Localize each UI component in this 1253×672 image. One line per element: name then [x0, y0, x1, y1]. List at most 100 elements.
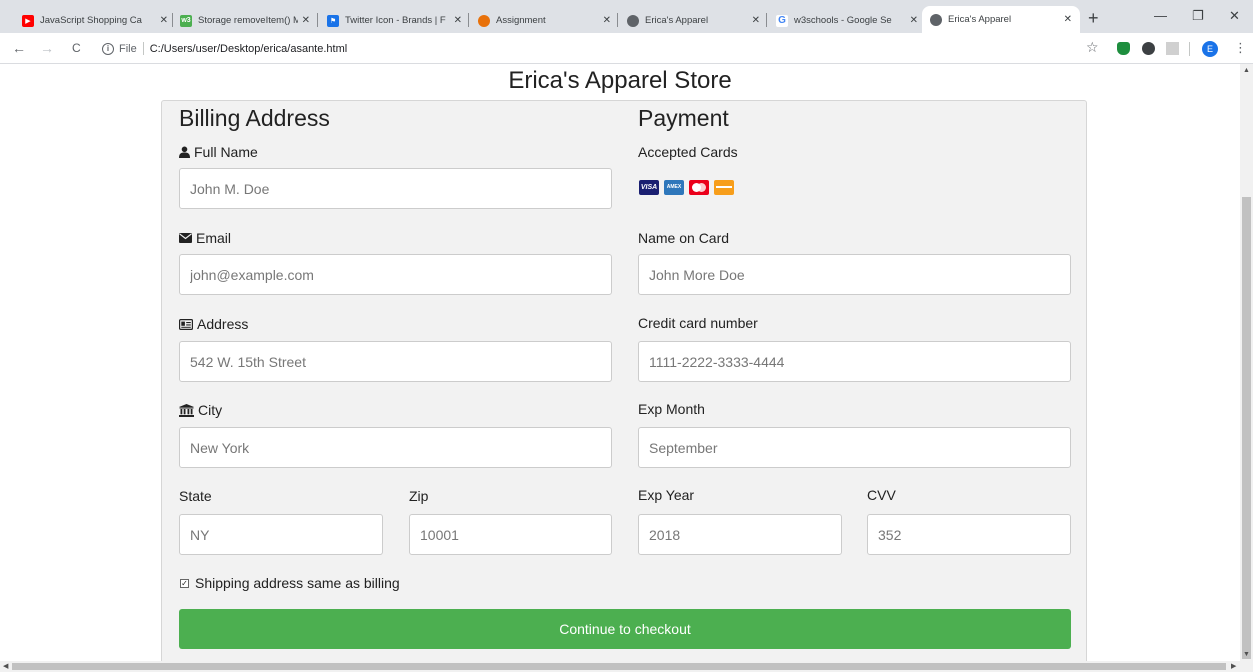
tab-separator	[172, 13, 173, 27]
address-input[interactable]	[179, 341, 612, 382]
tab-close-icon[interactable]: ✕	[160, 15, 168, 26]
browser-tab[interactable]: Assignment ✕	[478, 8, 611, 33]
browser-tab[interactable]: w3 Storage removeItem() M ✕	[180, 8, 310, 33]
minimize-button[interactable]: —	[1154, 8, 1167, 23]
browser-toolbar: ← → C i File C:/Users/user/Desktop/erica…	[0, 33, 1253, 64]
window-close-button[interactable]: ✕	[1229, 8, 1240, 24]
forward-button[interactable]: →	[40, 40, 54, 56]
institution-icon	[179, 403, 194, 417]
browser-tab[interactable]: G w3schools - Google Se ✕	[776, 8, 918, 33]
youtube-icon: ▶	[22, 14, 34, 27]
user-icon	[179, 146, 190, 158]
scheme-label: File	[119, 42, 137, 55]
mastercard-icon	[689, 180, 709, 195]
card-number-input[interactable]	[638, 341, 1071, 382]
discover-icon	[714, 180, 734, 195]
state-label: State	[179, 488, 212, 504]
vertical-scrollbar[interactable]: ▲ ▼	[1240, 64, 1253, 661]
globe-icon	[930, 13, 942, 26]
page-title: Erica's Apparel Store	[508, 67, 732, 94]
url-text[interactable]: C:/Users/user/Desktop/erica/asante.html	[150, 43, 347, 55]
address-label-text: Address	[197, 316, 249, 332]
accepted-cards: VISA AMEX	[639, 180, 734, 195]
city-input[interactable]	[179, 427, 612, 468]
tab-close-icon[interactable]: ✕	[603, 15, 611, 26]
tab-label: JavaScript Shopping Ca	[40, 15, 142, 26]
scroll-down-arrow-icon[interactable]: ▼	[1243, 651, 1250, 658]
horizontal-scrollbar[interactable]: ◀ ▶	[0, 661, 1253, 672]
browser-tab[interactable]: ▶ JavaScript Shopping Ca ✕	[22, 8, 168, 33]
tab-close-icon[interactable]: ✕	[454, 15, 462, 26]
address-label: Address	[179, 316, 248, 332]
full-name-label: Full Name	[179, 144, 258, 160]
flag-icon: ⚑	[327, 14, 339, 27]
reload-button[interactable]: C	[72, 40, 81, 56]
google-icon: G	[776, 14, 788, 27]
shield-icon	[478, 14, 490, 27]
cvv-label: CVV	[867, 487, 896, 503]
tab-close-icon[interactable]: ✕	[302, 15, 310, 26]
full-name-label-text: Full Name	[194, 144, 258, 160]
bookmark-star-icon[interactable]: ☆	[1086, 39, 1099, 56]
extension-shield-icon[interactable]	[1117, 42, 1130, 55]
shipping-same-checkbox[interactable]: ✓	[180, 578, 189, 588]
browser-menu-icon[interactable]: ⋮	[1234, 40, 1247, 56]
extension-pdf-icon[interactable]	[1166, 42, 1179, 55]
cvv-input[interactable]	[867, 514, 1071, 555]
browser-tab[interactable]: ⚑ Twitter Icon - Brands | F ✕	[327, 8, 462, 33]
card-number-label: Credit card number	[638, 315, 758, 331]
browser-tab-active[interactable]: Erica's Apparel ✕	[922, 6, 1080, 33]
discover-stripe	[716, 186, 732, 188]
payment-heading: Payment	[638, 105, 729, 131]
envelope-icon	[179, 233, 192, 243]
browser-tab[interactable]: Erica's Apparel ✕	[627, 8, 760, 33]
accepted-cards-label: Accepted Cards	[638, 144, 738, 160]
address-card-icon	[179, 318, 193, 330]
visa-icon: VISA	[639, 180, 659, 195]
back-button[interactable]: ←	[12, 40, 26, 56]
info-icon[interactable]: i	[102, 42, 114, 55]
address-bar[interactable]: i File C:/Users/user/Desktop/erica/asant…	[102, 38, 1082, 59]
restore-button[interactable]: ❐	[1192, 8, 1204, 24]
tab-label: Erica's Apparel	[948, 14, 1012, 25]
city-label: City	[179, 402, 222, 418]
amex-icon: AMEX	[664, 180, 684, 195]
exp-year-label: Exp Year	[638, 487, 695, 503]
zip-input[interactable]	[409, 514, 612, 555]
exp-year-input[interactable]	[638, 514, 842, 555]
scroll-left-arrow-icon[interactable]: ◀	[3, 662, 8, 670]
profile-avatar[interactable]: E	[1202, 41, 1218, 57]
tab-label: w3schools - Google Se	[794, 15, 892, 26]
tab-close-icon[interactable]: ✕	[910, 15, 918, 26]
globe-icon	[627, 14, 639, 27]
extension-globe-icon[interactable]	[1142, 42, 1155, 55]
tab-label: Storage removeItem() M	[198, 15, 298, 26]
email-label-text: Email	[196, 230, 232, 246]
horizontal-scrollbar-thumb[interactable]	[12, 663, 1226, 670]
exp-month-input[interactable]	[638, 427, 1071, 468]
tab-separator	[617, 13, 618, 27]
scroll-up-arrow-icon[interactable]: ▲	[1243, 67, 1250, 74]
shipping-same-row[interactable]: ✓ Shipping address same as billing	[180, 575, 400, 591]
new-tab-button[interactable]: +	[1088, 8, 1099, 28]
mastercard-circle-right	[697, 183, 706, 192]
tab-label: Assignment	[496, 15, 546, 26]
page-viewport: Erica's Apparel Store Billing Address Fu…	[0, 64, 1240, 661]
continue-to-checkout-button[interactable]: Continue to checkout	[179, 609, 1071, 649]
scroll-right-arrow-icon[interactable]: ▶	[1231, 662, 1236, 670]
name-on-card-label: Name on Card	[638, 230, 730, 246]
shipping-same-label[interactable]: Shipping address same as billing	[195, 575, 400, 591]
tab-close-icon[interactable]: ✕	[1064, 14, 1072, 25]
name-on-card-input[interactable]	[638, 254, 1071, 295]
email-input[interactable]	[179, 254, 612, 295]
browser-tab-strip: ▶ JavaScript Shopping Ca ✕ w3 Storage re…	[0, 0, 1253, 33]
full-name-input[interactable]	[179, 168, 612, 209]
vertical-scrollbar-thumb[interactable]	[1242, 197, 1251, 659]
toolbar-separator	[1189, 42, 1190, 56]
state-input[interactable]	[179, 514, 383, 555]
tab-label: Twitter Icon - Brands | F	[345, 15, 446, 26]
w3schools-icon: w3	[180, 14, 192, 27]
tab-close-icon[interactable]: ✕	[752, 15, 760, 26]
billing-heading: Billing Address	[179, 105, 330, 131]
tab-label: Erica's Apparel	[645, 15, 709, 26]
